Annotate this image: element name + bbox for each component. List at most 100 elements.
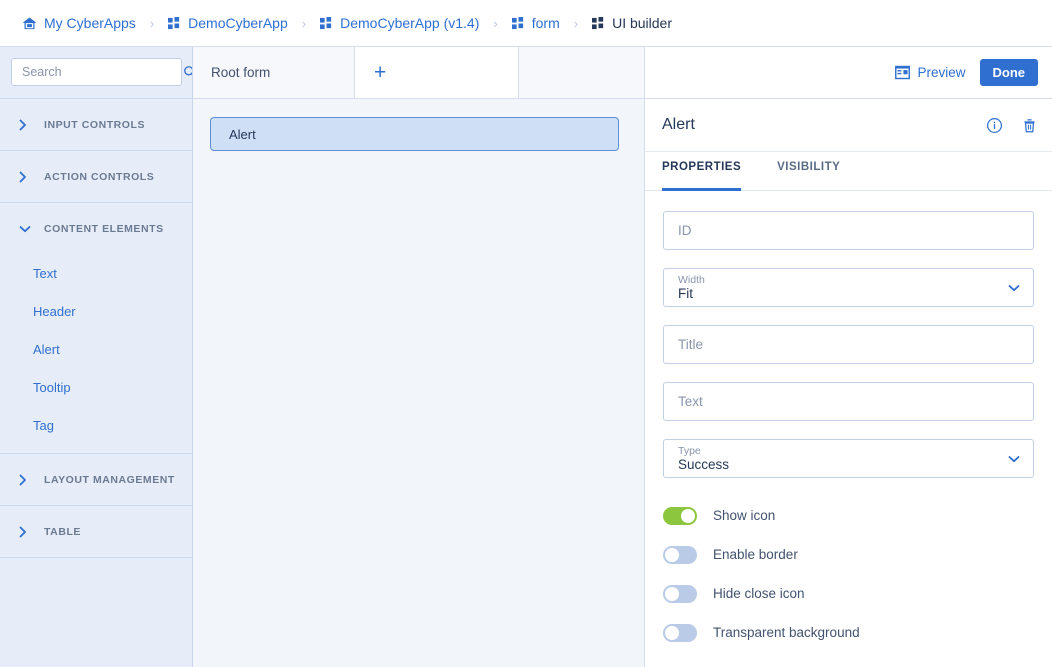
add-tab-button[interactable]: + — [355, 47, 519, 98]
form-tabbar: Root form + — [193, 47, 644, 99]
tab-root-form[interactable]: Root form — [193, 47, 355, 98]
search-box[interactable] — [11, 58, 192, 86]
show-icon-row: Show icon — [663, 496, 1034, 535]
panel-title-row: Alert — [645, 99, 1052, 152]
breadcrumb-item-democyberapp[interactable]: DemoCyberApp — [168, 15, 288, 31]
form-canvas-area: Root form + Alert — [193, 47, 644, 667]
sidebar-item-alert[interactable]: Alert — [0, 330, 192, 368]
tab-visibility[interactable]: VISIBILITY — [777, 152, 840, 190]
grid-icon — [592, 16, 605, 30]
done-button[interactable]: Done — [979, 59, 1038, 86]
sidebar-section-label: TABLE — [44, 525, 81, 538]
ui-builder-app: My CyberApps › DemoCyberApp › DemoCyberA… — [0, 0, 1052, 667]
sidebar-item-tag[interactable]: Tag — [0, 406, 192, 444]
sidebar-section-action-controls[interactable]: ACTION CONTROLS — [0, 150, 192, 202]
chevron-right-icon — [19, 119, 35, 131]
chevron-right-icon — [19, 474, 35, 486]
id-field[interactable] — [663, 211, 1034, 250]
hide-close-icon-row: Hide close icon — [663, 574, 1034, 613]
transparent-background-label: Transparent background — [713, 625, 860, 640]
show-icon-toggle[interactable] — [663, 506, 697, 525]
sidebar-section-input-controls[interactable]: INPUT CONTROLS — [0, 98, 192, 150]
enable-border-row: Enable border — [663, 535, 1034, 574]
toggle-knob — [665, 547, 679, 562]
breadcrumb-item-my-cyberapps[interactable]: My CyberApps — [22, 15, 136, 31]
panel-toolbar: Preview Done — [645, 47, 1052, 99]
breadcrumb-label: My CyberApps — [44, 15, 136, 31]
chevron-right-icon — [19, 171, 35, 183]
width-label: Width — [678, 273, 705, 286]
breadcrumb-item-democyberapp-v14[interactable]: DemoCyberApp (v1.4) — [320, 15, 479, 31]
enable-border-label: Enable border — [713, 547, 798, 562]
preview-button[interactable]: Preview — [895, 65, 966, 80]
breadcrumb-separator: › — [493, 15, 498, 31]
toggle-knob — [665, 586, 679, 601]
panel-title: Alert — [662, 116, 695, 133]
breadcrumb-item-form[interactable]: form — [511, 15, 560, 31]
sidebar-section-label: INPUT CONTROLS — [44, 118, 146, 131]
breadcrumb-label: DemoCyberApp — [188, 15, 288, 31]
sidebar-item-tooltip[interactable]: Tooltip — [0, 368, 192, 406]
chevron-right-icon — [19, 526, 35, 538]
main-body: INPUT CONTROLS ACTION CONTROLS CONTENT E… — [0, 47, 1052, 667]
trash-icon[interactable] — [1021, 117, 1038, 134]
grid-icon — [168, 16, 181, 30]
properties-form: Width Fit Type Success — [645, 191, 1052, 667]
search-icon[interactable] — [183, 65, 192, 79]
sidebar-item-header[interactable]: Header — [0, 292, 192, 330]
chevron-down-icon[interactable] — [1008, 455, 1020, 463]
text-field[interactable] — [663, 382, 1034, 421]
component-sidebar: INPUT CONTROLS ACTION CONTROLS CONTENT E… — [0, 47, 193, 667]
sidebar-section-items: Text Header Alert Tooltip Tag — [0, 254, 192, 453]
sidebar-section-label: LAYOUT MANAGEMENT — [44, 473, 175, 486]
layout-icon — [895, 65, 911, 80]
breadcrumb-separator: › — [573, 15, 579, 31]
sidebar-section-table[interactable]: TABLE — [0, 505, 192, 557]
chevron-down-icon — [19, 225, 35, 233]
id-input[interactable] — [678, 223, 1021, 238]
width-select[interactable]: Width Fit — [663, 268, 1034, 307]
hide-close-icon-label: Hide close icon — [713, 586, 805, 601]
text-input[interactable] — [678, 394, 1021, 409]
transparent-background-toggle[interactable] — [663, 623, 697, 642]
sidebar-item-text[interactable]: Text — [0, 254, 192, 292]
toggle-knob — [681, 508, 695, 523]
chevron-down-icon[interactable] — [1008, 284, 1020, 292]
sidebar-section-layout-management[interactable]: LAYOUT MANAGEMENT — [0, 453, 192, 505]
grid-icon — [511, 16, 525, 30]
info-icon[interactable] — [986, 117, 1003, 134]
enable-border-toggle[interactable] — [663, 545, 697, 564]
type-select[interactable]: Type Success — [663, 439, 1034, 478]
breadcrumb-item-ui-builder: UI builder — [592, 15, 672, 31]
title-field[interactable] — [663, 325, 1034, 364]
sidebar-filler — [0, 557, 192, 667]
widget-label: Alert — [229, 126, 256, 142]
breadcrumb-label: DemoCyberApp (v1.4) — [340, 15, 480, 31]
hide-close-icon-toggle[interactable] — [663, 584, 697, 603]
show-icon-label: Show icon — [713, 508, 776, 523]
search-wrapper — [0, 47, 192, 98]
sidebar-section-label: ACTION CONTROLS — [44, 170, 155, 183]
width-value: Fit — [678, 285, 693, 301]
canvas[interactable]: Alert — [193, 99, 644, 667]
sidebar-section-label: CONTENT ELEMENTS — [44, 222, 164, 235]
sidebar-section-content-elements[interactable]: CONTENT ELEMENTS — [0, 202, 192, 254]
canvas-widget-alert[interactable]: Alert — [210, 117, 619, 151]
title-input[interactable] — [678, 337, 1021, 352]
breadcrumb: My CyberApps › DemoCyberApp › DemoCyberA… — [0, 0, 1052, 47]
breadcrumb-separator: › — [301, 15, 307, 31]
panel-tabs: PROPERTIES VISIBILITY — [645, 152, 1052, 191]
tab-properties[interactable]: PROPERTIES — [662, 152, 742, 191]
breadcrumb-label: form — [531, 15, 560, 31]
tabbar-filler — [519, 47, 644, 98]
type-label: Type — [678, 444, 701, 457]
preview-label: Preview — [917, 65, 966, 80]
grid-icon — [320, 16, 333, 30]
breadcrumb-label: UI builder — [612, 15, 672, 31]
transparent-background-row: Transparent background — [663, 613, 1034, 652]
properties-panel: Preview Done Alert PROPERTIES VISIBILITY — [644, 47, 1052, 667]
home-icon — [22, 16, 37, 31]
search-input[interactable] — [22, 65, 183, 79]
type-value: Success — [678, 456, 730, 472]
breadcrumb-separator: › — [149, 15, 155, 31]
